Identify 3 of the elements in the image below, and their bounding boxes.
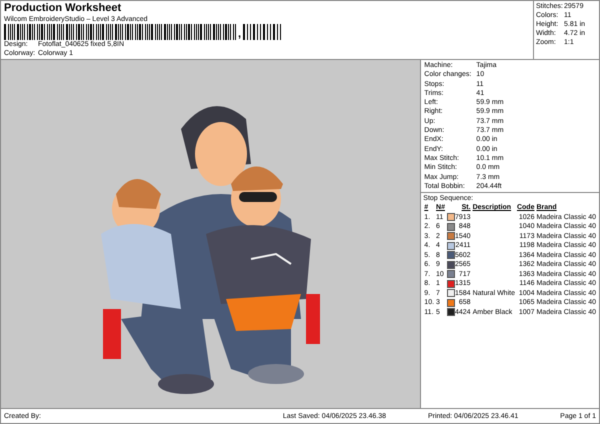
barcode-drawing [243,24,284,40]
worksheet-title: Production Worksheet [4,2,122,15]
barcode-separator: , [238,28,242,40]
